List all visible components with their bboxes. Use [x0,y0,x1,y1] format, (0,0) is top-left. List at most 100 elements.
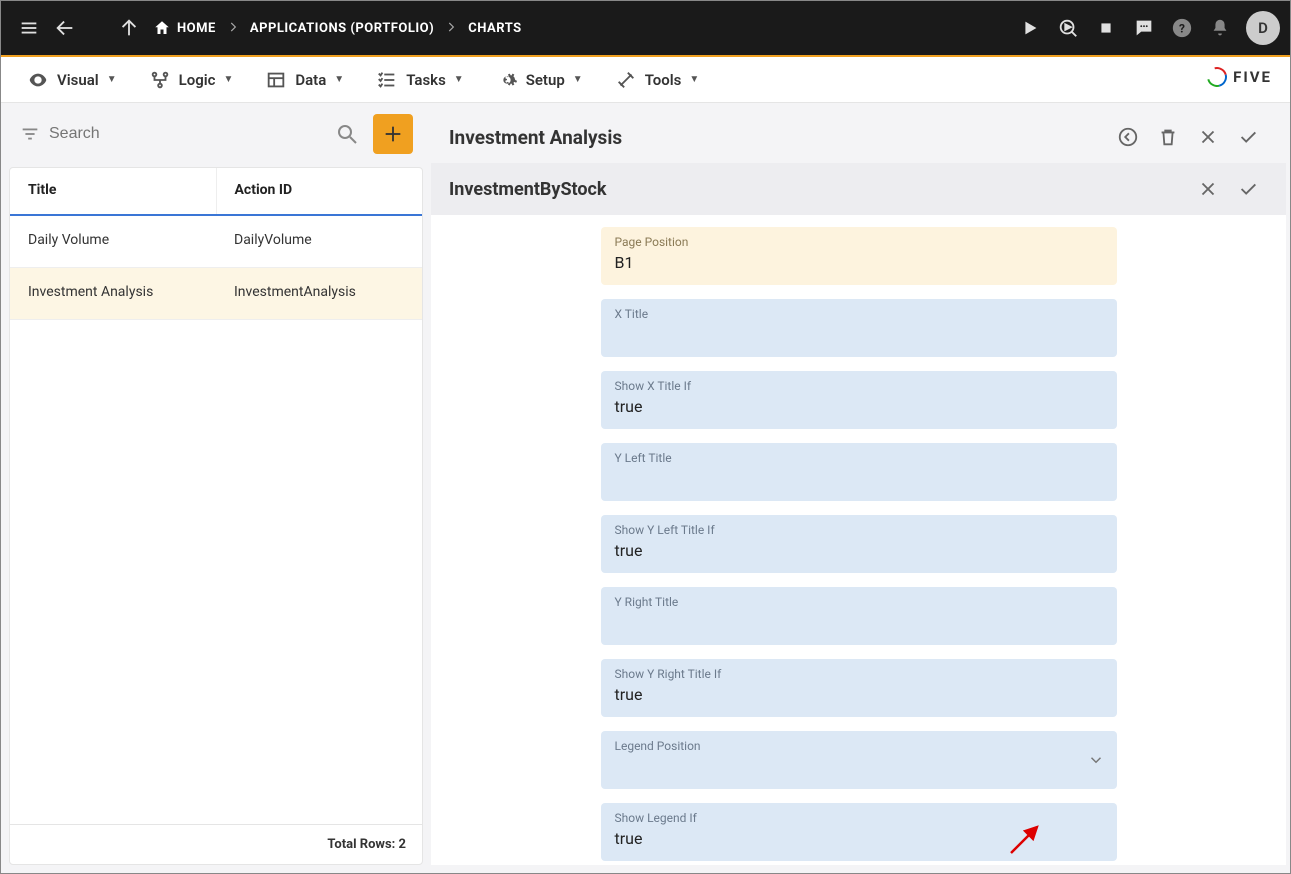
cell-title: Daily Volume [10,216,216,267]
cell-title: Investment Analysis [10,268,216,319]
field-label: Show Y Right Title If [615,667,1103,681]
field-label: Page Position [615,235,1103,249]
trash-icon[interactable] [1148,117,1188,157]
tasks-icon [376,69,398,91]
menu-logic[interactable]: Logic ▼ [133,69,250,91]
right-panel: Investment Analysis InvestmentByStock [431,103,1290,873]
logic-icon [149,69,171,91]
menu-label: Setup [526,71,565,89]
field-show-legend-if[interactable]: Show Legend If true [601,803,1117,861]
menu-visual[interactable]: Visual ▼ [11,69,133,91]
field-show-y-right-title-if[interactable]: Show Y Right Title If true [601,659,1117,717]
close-icon[interactable] [1188,117,1228,157]
list-row[interactable]: Investment Analysis InvestmentAnalysis [10,268,422,320]
chevron-down-icon: ▼ [107,74,117,85]
topbar: HOME APPLICATIONS (PORTFOLIO) CHARTS ? D [1,1,1290,55]
bell-icon[interactable] [1202,10,1238,46]
up-icon[interactable] [111,10,147,46]
breadcrumb-label: HOME [177,21,216,36]
search-row [9,111,423,157]
menu-label: Data [295,71,326,89]
logo-text: FIVE [1233,68,1272,86]
column-action-id[interactable]: Action ID [217,168,423,214]
form-inner: Page Position B1 X Title Show X Title If… [601,227,1117,865]
back-icon[interactable] [47,10,83,46]
field-label: Show Legend If [615,811,1103,825]
list-footer: Total Rows: 2 [10,824,422,864]
field-label: Show X Title If [615,379,1103,393]
menu-setup[interactable]: Setup ▼ [480,69,599,91]
field-y-right-title[interactable]: Y Right Title [601,587,1117,645]
list-card: Title Action ID Daily Volume DailyVolume… [9,167,423,865]
field-value: true [615,829,1103,848]
sub-header: InvestmentByStock [431,163,1286,215]
back-circle-icon[interactable] [1108,117,1148,157]
field-label: Y Right Title [615,595,1103,609]
tools-icon [615,69,637,91]
check-icon[interactable] [1228,169,1268,209]
logo-swirl-icon [1203,63,1230,90]
sub-title: InvestmentByStock [449,179,1188,200]
chat-icon[interactable] [1126,10,1162,46]
field-value: true [615,541,1103,560]
close-icon[interactable] [1188,169,1228,209]
workspace: Title Action ID Daily Volume DailyVolume… [1,103,1290,873]
field-label: Legend Position [615,739,1103,753]
breadcrumb-charts[interactable]: CHARTS [462,21,527,36]
cell-action-id: InvestmentAnalysis [216,268,422,319]
search-input[interactable] [49,125,327,143]
field-show-y-left-title-if[interactable]: Show Y Left Title If true [601,515,1117,573]
menu-tasks[interactable]: Tasks ▼ [360,69,480,91]
breadcrumb: HOME APPLICATIONS (PORTFOLIO) CHARTS [147,19,1012,38]
menu-label: Visual [57,71,99,89]
form-scroll[interactable]: Page Position B1 X Title Show X Title If… [431,215,1286,865]
menu-label: Logic [179,71,216,89]
field-label: Y Left Title [615,451,1103,465]
total-rows: Total Rows: 2 [327,837,406,852]
detail-header: Investment Analysis [431,111,1286,163]
menu-tools[interactable]: Tools ▼ [599,69,716,91]
menubar: Visual ▼ Logic ▼ Data ▼ Tasks ▼ Setup ▼ … [1,57,1290,103]
menu-icon[interactable] [11,10,47,46]
chevron-down-icon: ▼ [223,74,233,85]
eye-icon [27,69,49,91]
chevron-down-icon [1087,751,1105,773]
field-page-position[interactable]: Page Position B1 [601,227,1117,285]
menu-data[interactable]: Data ▼ [249,69,360,91]
field-legend-position[interactable]: Legend Position [601,731,1117,789]
column-title[interactable]: Title [10,168,217,214]
field-show-x-title-if[interactable]: Show X Title If true [601,371,1117,429]
chevron-down-icon: ▼ [573,74,583,85]
help-icon[interactable]: ? [1164,10,1200,46]
field-label: X Title [615,307,1103,321]
chevron-down-icon: ▼ [454,74,464,85]
stop-icon[interactable] [1088,10,1124,46]
list-body: Daily Volume DailyVolume Investment Anal… [10,216,422,824]
search-icon[interactable] [335,122,359,146]
avatar[interactable]: D [1246,11,1280,45]
filter-icon[interactable] [19,123,41,145]
table-icon [265,69,287,91]
field-value: B1 [615,253,1103,272]
left-panel: Title Action ID Daily Volume DailyVolume… [1,103,431,873]
chevron-right-icon [226,19,240,38]
breadcrumb-applications[interactable]: APPLICATIONS (PORTFOLIO) [244,21,440,36]
field-y-left-title[interactable]: Y Left Title [601,443,1117,501]
list-row[interactable]: Daily Volume DailyVolume [10,216,422,268]
field-x-title[interactable]: X Title [601,299,1117,357]
field-value: true [615,397,1103,416]
play-icon[interactable] [1012,10,1048,46]
list-header: Title Action ID [10,168,422,216]
add-button[interactable] [373,114,413,154]
field-value: true [615,685,1103,704]
chevron-right-icon [444,19,458,38]
menu-label: Tools [645,71,682,89]
menu-label: Tasks [406,71,446,89]
chevron-down-icon: ▼ [334,74,344,85]
check-icon[interactable] [1228,117,1268,157]
svg-text:?: ? [1179,22,1185,36]
chevron-down-icon: ▼ [689,74,699,85]
detail-title: Investment Analysis [449,126,1108,149]
inspect-icon[interactable] [1050,10,1086,46]
breadcrumb-home[interactable]: HOME [147,19,222,37]
